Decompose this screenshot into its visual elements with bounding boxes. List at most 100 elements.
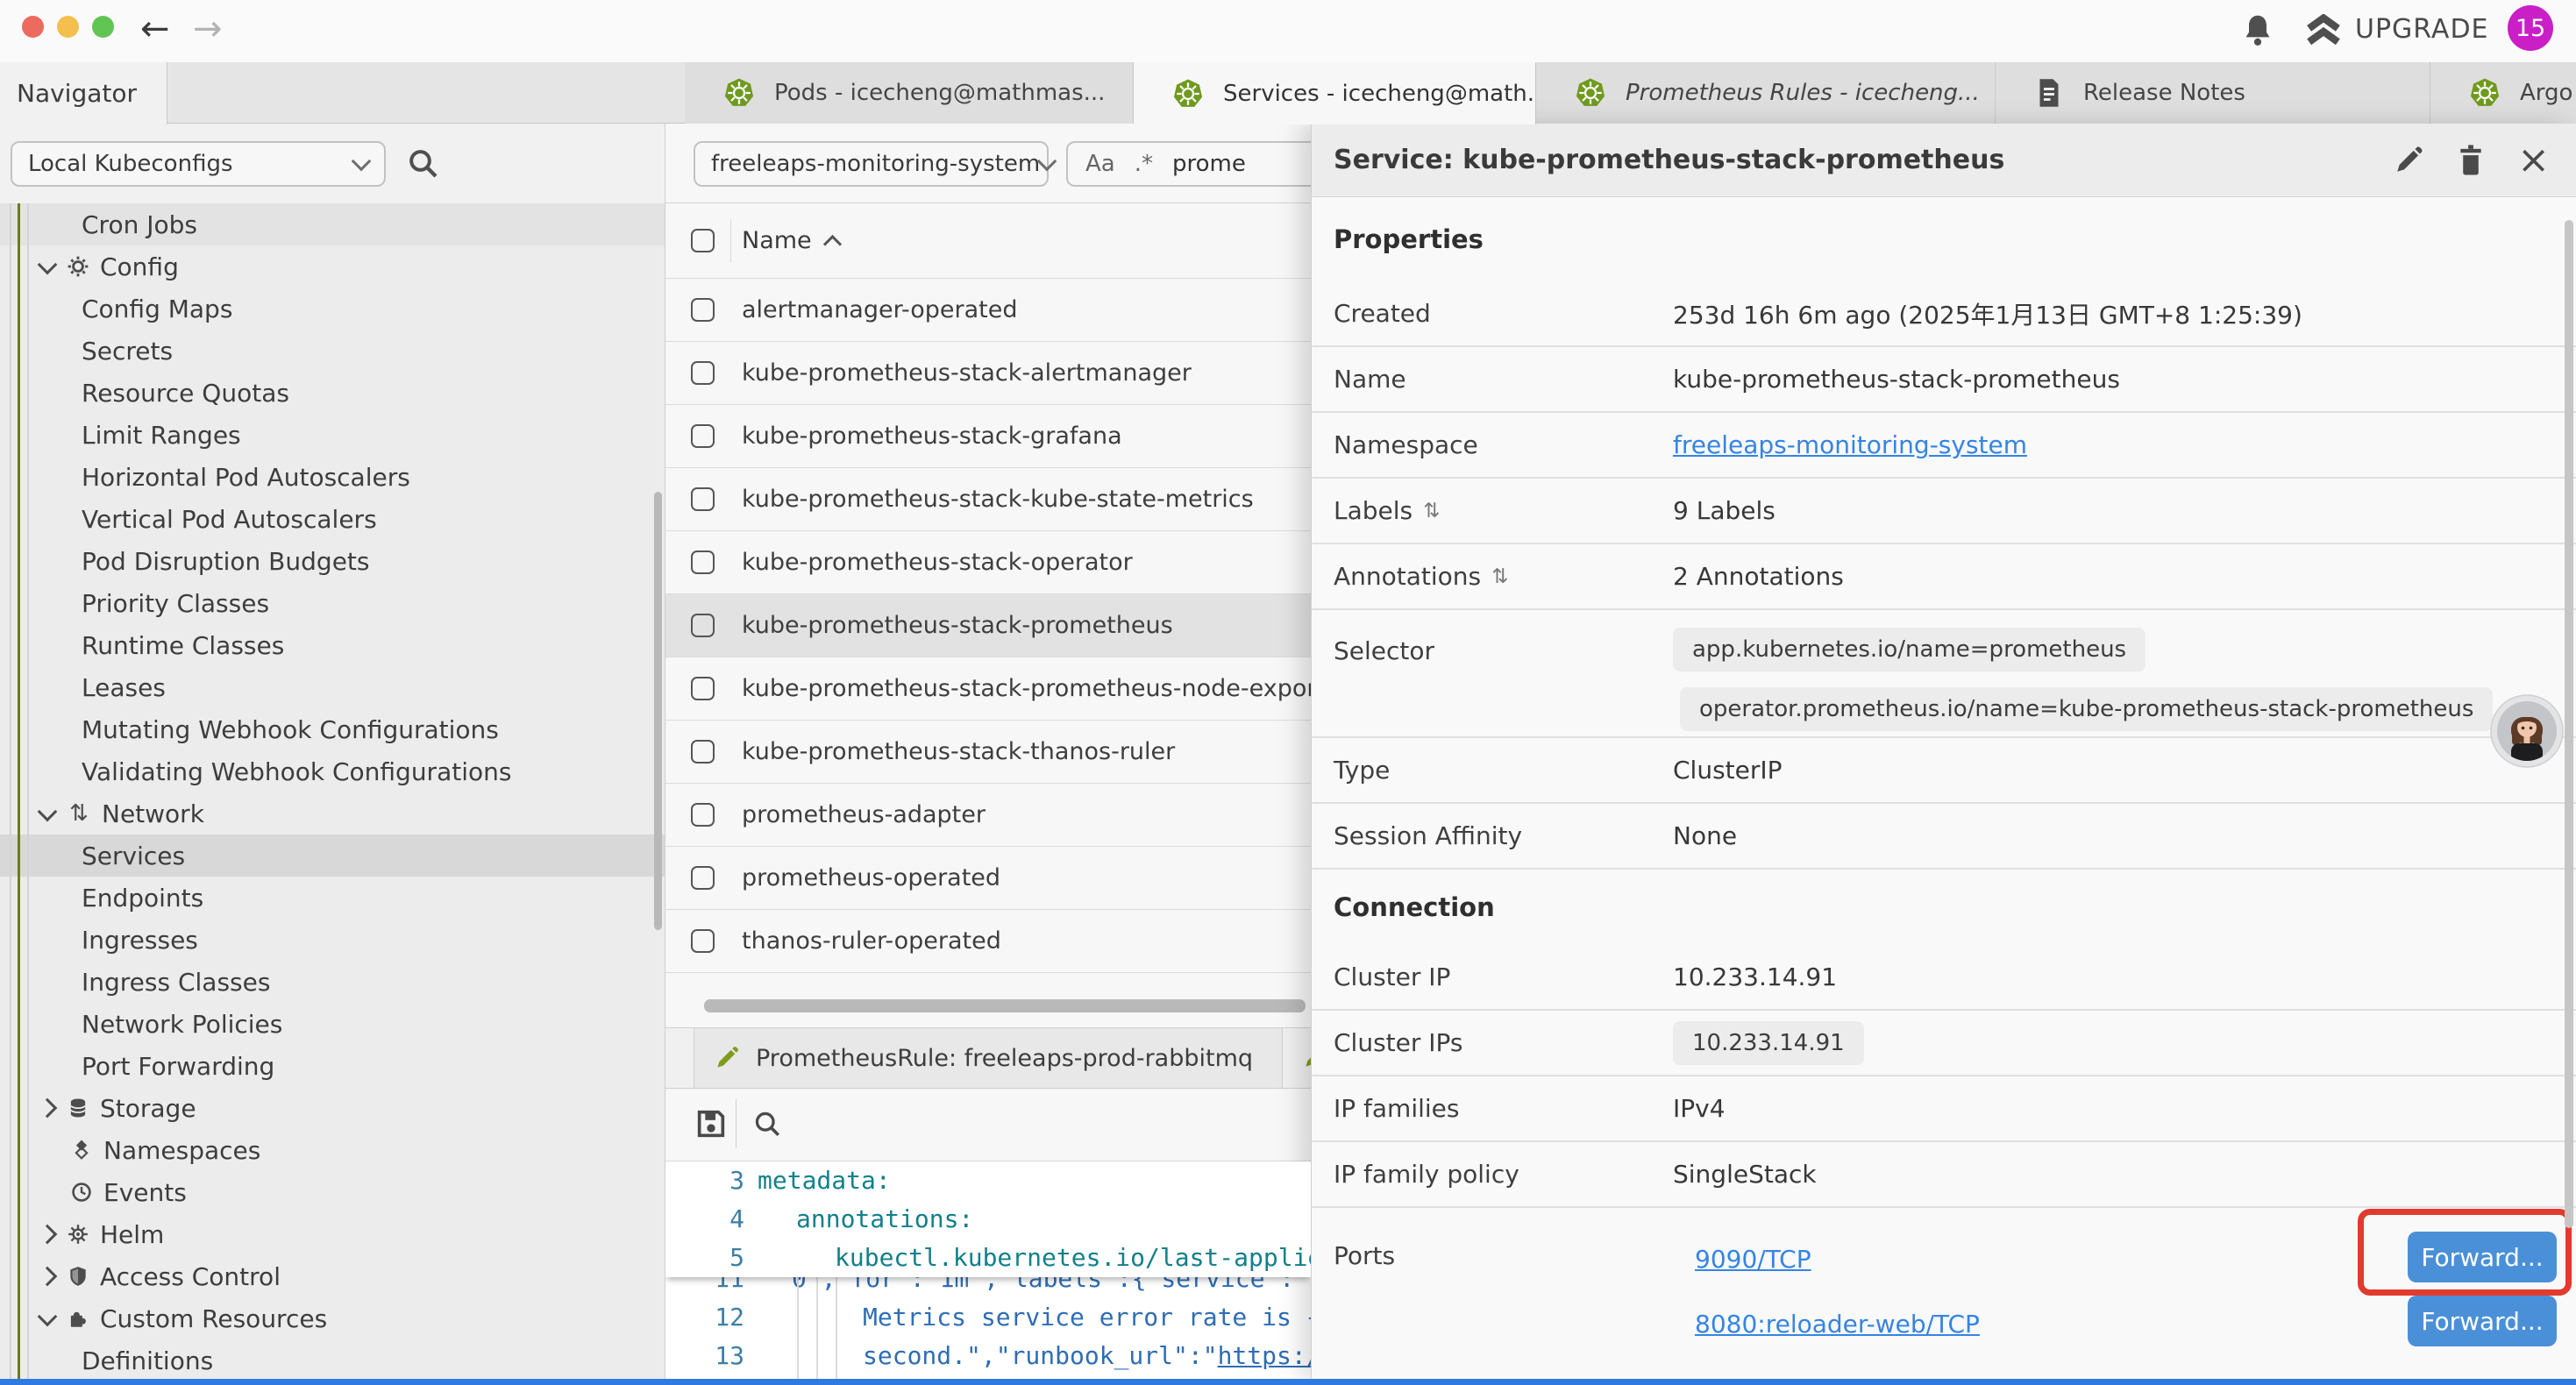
maximize-window-button[interactable] — [92, 16, 114, 38]
forward-button[interactable]: → — [193, 9, 223, 49]
bottom-accent-bar — [0, 1379, 2576, 1385]
notifications-bell-icon[interactable] — [2241, 13, 2274, 50]
tab-release-notes[interactable]: Release Notes — [1996, 62, 2430, 124]
table-header: Name — [665, 203, 1311, 279]
avatar[interactable] — [2490, 694, 2564, 768]
table-row[interactable]: prometheus-adapter — [665, 784, 1311, 847]
upgrade-button[interactable]: UPGRADE — [2355, 14, 2489, 45]
sidebar-scrollbar[interactable] — [654, 492, 662, 930]
navigator-panel-header[interactable]: Navigator — [0, 62, 167, 124]
delete-trash-icon[interactable] — [2456, 144, 2486, 177]
editor-tab-partial[interactable] — [1302, 1044, 1311, 1070]
expand-sort-icon[interactable]: ⇅ — [1491, 565, 1508, 588]
row-checkbox[interactable] — [691, 487, 715, 511]
sidebar-item-access-control[interactable]: Access Control — [0, 1255, 665, 1297]
table-row[interactable]: kube-prometheus-stack-kube-state-metrics — [665, 468, 1311, 531]
close-detail-icon[interactable]: × — [2517, 141, 2550, 180]
sidebar-item-horizontal-pod-autoscalers[interactable]: Horizontal Pod Autoscalers — [0, 456, 665, 498]
row-checkbox[interactable] — [691, 424, 715, 448]
yaml-editor[interactable]: 3metadata: 4annotations: 5kubectl.kubern… — [665, 1161, 1311, 1379]
minimize-window-button[interactable] — [57, 16, 79, 38]
sidebar-item-definitions[interactable]: Definitions — [0, 1339, 665, 1379]
kubernetes-icon — [2469, 77, 2501, 109]
notification-count-badge[interactable]: 15 — [2508, 5, 2553, 51]
save-icon[interactable] — [694, 1106, 729, 1141]
connection-section-heading: Connection — [1312, 870, 2576, 945]
sidebar-item-validating-webhook-configurations[interactable]: Validating Webhook Configurations — [0, 750, 665, 792]
table-row[interactable]: alertmanager-operated — [665, 279, 1311, 342]
upgrade-icon[interactable] — [2304, 14, 2343, 49]
sidebar-item-secrets[interactable]: Secrets — [0, 330, 665, 372]
sidebar-item-custom-resources[interactable]: Custom Resources — [0, 1297, 665, 1339]
sidebar-item-limit-ranges[interactable]: Limit Ranges — [0, 414, 665, 456]
kubeconfig-selector[interactable]: Local Kubeconfigs — [11, 141, 386, 187]
sidebar-item-network[interactable]: ⇅ Network — [0, 792, 665, 835]
select-all-checkbox[interactable] — [691, 229, 715, 252]
table-row[interactable]: kube-prometheus-stack-prometheus-node-ex… — [665, 657, 1311, 721]
sidebar-item-network-policies[interactable]: Network Policies — [0, 1003, 665, 1045]
back-button[interactable]: ← — [140, 9, 170, 49]
horizontal-scrollbar[interactable] — [704, 999, 1306, 1012]
table-row[interactable]: thanos-ruler-operated — [665, 910, 1311, 973]
table-row[interactable]: kube-prometheus-stack-operator — [665, 531, 1311, 594]
edit-pencil-icon[interactable] — [2393, 145, 2424, 176]
row-checkbox[interactable] — [691, 550, 715, 574]
row-checkbox[interactable] — [691, 298, 715, 322]
table-row[interactable]: kube-prometheus-stack-alertmanager — [665, 342, 1311, 405]
tab-services[interactable]: Services - icecheng@math... × — [1134, 62, 1536, 124]
match-case-toggle[interactable]: Aa — [1085, 151, 1115, 177]
sidebar-item-leases[interactable]: Leases — [0, 666, 665, 708]
expand-sort-icon[interactable]: ⇅ — [1423, 500, 1440, 522]
sidebar-item-events[interactable]: Events — [0, 1171, 665, 1213]
sidebar-item-priority-classes[interactable]: Priority Classes — [0, 582, 665, 624]
sidebar-item-config[interactable]: Config — [0, 245, 665, 288]
sidebar-item-config-maps[interactable]: Config Maps — [0, 288, 665, 330]
port-link-8080[interactable]: 8080:reloader-web/TCP — [1695, 1310, 1980, 1339]
row-checkbox[interactable] — [691, 740, 715, 764]
sidebar-search-icon[interactable] — [405, 146, 440, 181]
row-checkbox[interactable] — [691, 866, 715, 890]
sidebar-item-namespaces[interactable]: Namespaces — [0, 1129, 665, 1171]
row-checkbox[interactable] — [691, 361, 715, 385]
table-row[interactable]: prometheus-operated — [665, 847, 1311, 910]
namespace-selector[interactable]: freeleaps-monitoring-system — [694, 141, 1049, 187]
detail-scrollbar[interactable] — [2565, 220, 2573, 1228]
sidebar-item-pod-disruption-budgets[interactable]: Pod Disruption Budgets — [0, 540, 665, 582]
table-row[interactable]: kube-prometheus-stack-grafana — [665, 405, 1311, 468]
close-window-button[interactable] — [22, 16, 44, 38]
tab-pods[interactable]: Pods - icecheng@mathmas... — [685, 62, 1134, 124]
sidebar-item-mutating-webhook-configurations[interactable]: Mutating Webhook Configurations — [0, 708, 665, 750]
regex-toggle[interactable]: .* — [1135, 151, 1153, 177]
tab-argo[interactable]: Argo Se — [2430, 62, 2576, 124]
chevron-right-icon — [38, 1098, 58, 1119]
editor-search-icon[interactable] — [751, 1108, 783, 1140]
sidebar-item-resource-quotas[interactable]: Resource Quotas — [0, 372, 665, 414]
table-row-selected[interactable]: kube-prometheus-stack-prometheus — [665, 594, 1311, 657]
port-link-9090[interactable]: 9090/TCP — [1695, 1245, 1811, 1274]
sidebar-item-endpoints[interactable]: Endpoints — [0, 877, 665, 919]
sidebar-item-cron-jobs[interactable]: Cron Jobs — [0, 203, 665, 245]
row-checkbox[interactable] — [691, 677, 715, 700]
table-row[interactable]: kube-prometheus-stack-thanos-ruler — [665, 721, 1311, 784]
sidebar-item-vertical-pod-autoscalers[interactable]: Vertical Pod Autoscalers — [0, 498, 665, 540]
sidebar-item-runtime-classes[interactable]: Runtime Classes — [0, 624, 665, 666]
row-checkbox[interactable] — [691, 614, 715, 637]
sidebar-item-port-forwarding[interactable]: Port Forwarding — [0, 1045, 665, 1087]
sidebar-item-helm[interactable]: Helm — [0, 1213, 665, 1255]
name-column-header[interactable]: Name — [742, 227, 812, 254]
row-checkbox[interactable] — [691, 929, 715, 953]
forward-button[interactable]: Forward... — [2408, 1296, 2557, 1346]
namespace-link[interactable]: freeleaps-monitoring-system — [1673, 430, 2027, 459]
search-value: prome — [1172, 151, 1246, 177]
sidebar-item-ingress-classes[interactable]: Ingress Classes — [0, 961, 665, 1003]
list-search-input[interactable]: Aa .* prome — [1066, 141, 1311, 187]
row-checkbox[interactable] — [691, 803, 715, 827]
editor-tab-prometheusrule[interactable]: PrometheusRule: freeleaps-prod-rabbitmq — [694, 1028, 1283, 1088]
sidebar-item-storage[interactable]: Storage — [0, 1087, 665, 1129]
forward-button[interactable]: Forward... — [2408, 1232, 2557, 1282]
cluster-ips-row: Cluster IPs 10.233.14.91 — [1312, 1011, 2576, 1076]
sidebar-item-services[interactable]: Services — [0, 835, 665, 877]
editor-sticky-lines: 3metadata: 4annotations: 5kubectl.kubern… — [665, 1161, 1311, 1277]
tab-prometheus-rules[interactable]: Prometheus Rules - icecheng... — [1536, 62, 1996, 124]
sidebar-item-ingresses[interactable]: Ingresses — [0, 919, 665, 961]
